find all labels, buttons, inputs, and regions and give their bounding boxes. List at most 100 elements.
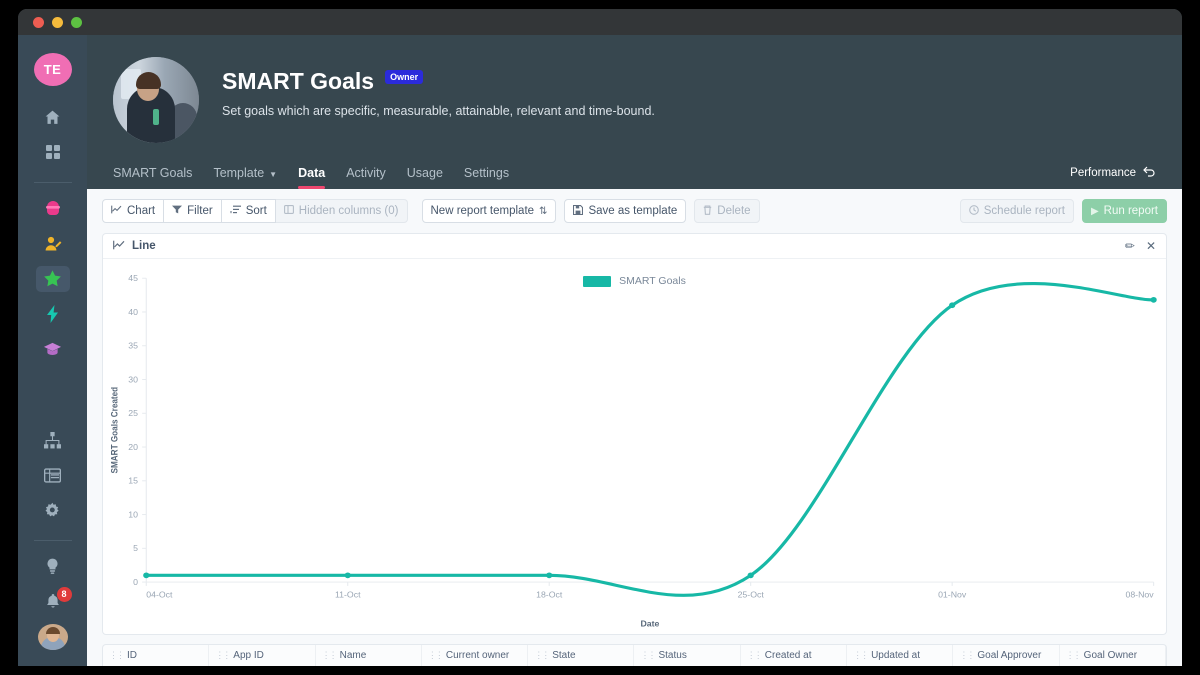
- line-chart-icon: [113, 240, 125, 253]
- table-column-label: ID: [127, 650, 137, 661]
- chart-button[interactable]: Chart: [102, 199, 165, 223]
- report-toolbar: Chart Filter Sort Hidden columns (0) New…: [102, 199, 1167, 223]
- edit-chart-icon[interactable]: ✏: [1125, 239, 1135, 253]
- column-grip-icon: ⋮⋮: [109, 650, 125, 660]
- workspace-avatar[interactable]: TE: [33, 53, 72, 87]
- tab-activity[interactable]: Activity: [346, 166, 386, 189]
- y-tick-label: 0: [133, 577, 138, 587]
- data-point[interactable]: [747, 572, 754, 579]
- table-column-header[interactable]: ⋮⋮ Current owner: [422, 645, 529, 666]
- tab-bar: SMART Goals Template ▼ Data Activity Usag…: [113, 166, 1156, 189]
- x-tick-label: 08-Nov: [1125, 590, 1154, 600]
- table-column-header[interactable]: ⋮⋮ Created at: [741, 645, 848, 666]
- app-lightning-icon[interactable]: [36, 301, 70, 327]
- table-column-label: Current owner: [445, 650, 510, 661]
- table-column-header[interactable]: ⋮⋮ Goal Owner: [1060, 645, 1166, 666]
- y-tick-label: 40: [128, 307, 138, 317]
- table-column-header[interactable]: ⋮⋮ Status: [634, 645, 741, 666]
- report-template-select[interactable]: New report template ⇅: [421, 199, 557, 223]
- table-column-header[interactable]: ⋮⋮ State: [528, 645, 635, 666]
- table-column-header[interactable]: ⋮⋮ Name: [316, 645, 422, 666]
- legend-swatch: [583, 275, 612, 287]
- hidden-columns-button[interactable]: Hidden columns (0): [275, 199, 408, 223]
- x-tick-label: 25-Oct: [738, 590, 765, 600]
- data-point[interactable]: [344, 572, 351, 579]
- y-tick-label: 30: [128, 375, 138, 385]
- table-column-header[interactable]: ⋮⋮ Goal Approver: [953, 645, 1060, 666]
- column-grip-icon: ⋮⋮: [427, 650, 444, 660]
- y-tick-label: 20: [128, 442, 138, 452]
- delete-label: Delete: [717, 205, 751, 217]
- column-grip-icon: ⋮⋮: [853, 650, 869, 660]
- column-grip-icon: ⋮⋮: [640, 650, 656, 660]
- sidebar-divider-bottom: [33, 539, 72, 541]
- app-user-edit-icon[interactable]: [36, 231, 70, 257]
- chart-card: Line ✏ ✕ SMART Goals 0 5 10 15 20 25 30 …: [102, 233, 1167, 635]
- settings-gear-icon[interactable]: [36, 497, 70, 523]
- app-ninja-icon[interactable]: [36, 195, 70, 221]
- table-icon[interactable]: [36, 462, 70, 488]
- tab-settings[interactable]: Settings: [464, 166, 509, 189]
- table-column-header[interactable]: ⋮⋮ App ID: [209, 645, 316, 666]
- minimize-window-button[interactable]: [52, 16, 63, 28]
- close-window-button[interactable]: [33, 16, 44, 28]
- chart-card-header: Line ✏ ✕: [103, 234, 1166, 259]
- data-point[interactable]: [1150, 296, 1157, 303]
- tab-template[interactable]: Template ▼: [213, 166, 277, 189]
- clock-icon: [968, 204, 979, 218]
- tab-label: Data: [298, 166, 326, 180]
- home-icon[interactable]: [36, 104, 70, 130]
- data-point[interactable]: [546, 572, 553, 579]
- table-column-header[interactable]: ⋮⋮ ID: [103, 645, 210, 666]
- notification-badge: 8: [56, 586, 72, 602]
- user-avatar[interactable]: [37, 623, 68, 650]
- data-point[interactable]: [143, 572, 150, 579]
- y-tick-label: 35: [128, 341, 138, 351]
- page-header: SMART Goals Owner Set goals which are sp…: [87, 35, 1182, 189]
- tab-smart-goals[interactable]: SMART Goals: [113, 166, 192, 189]
- close-chart-icon[interactable]: ✕: [1146, 239, 1156, 253]
- app-graduation-icon[interactable]: [36, 336, 70, 362]
- run-report-button[interactable]: ▶ Run report: [1081, 199, 1167, 223]
- table-column-label: Created at: [764, 650, 812, 661]
- schedule-report-button[interactable]: Schedule report: [959, 199, 1074, 223]
- apps-grid-icon[interactable]: [36, 139, 70, 165]
- table-column-label: State: [552, 650, 576, 661]
- column-grip-icon: ⋮⋮: [321, 650, 338, 660]
- left-sidebar: TE 8: [18, 35, 87, 666]
- toolbar-button-group: Chart Filter Sort Hidden columns (0): [102, 199, 408, 223]
- lightbulb-icon[interactable]: [36, 553, 70, 579]
- results-table-header: ⋮⋮ ID ⋮⋮ App ID ⋮⋮ Name ⋮⋮ Current owner ⋮⋮ State…: [102, 644, 1167, 666]
- filter-button[interactable]: Filter: [164, 199, 222, 223]
- chevron-down-icon: ▼: [269, 169, 278, 179]
- table-column-label: Status: [658, 650, 687, 661]
- save-disk-icon: [573, 204, 584, 218]
- table-column-label: Name: [339, 650, 367, 661]
- tab-usage[interactable]: Usage: [407, 166, 443, 189]
- table-column-label: Goal Approver: [977, 650, 1042, 661]
- updown-chevron-icon: ⇅: [539, 205, 548, 217]
- page-subtitle: Set goals which are specific, measurable…: [222, 104, 655, 118]
- chart-type-label: Line: [132, 240, 156, 252]
- maximize-window-button[interactable]: [71, 16, 82, 28]
- table-column-label: Goal Owner: [1083, 650, 1138, 661]
- notifications-bell-icon[interactable]: 8: [36, 586, 72, 615]
- hierarchy-icon[interactable]: [36, 427, 70, 453]
- app-star-icon[interactable]: [35, 265, 70, 292]
- sort-button-label: Sort: [245, 205, 267, 217]
- content-area: Chart Filter Sort Hidden columns (0) New…: [87, 189, 1182, 666]
- sort-button[interactable]: Sort: [221, 199, 276, 223]
- tab-label: Settings: [463, 166, 510, 180]
- play-icon: ▶: [1090, 205, 1099, 217]
- table-column-header[interactable]: ⋮⋮ Updated at: [847, 645, 954, 666]
- save-as-template-button[interactable]: Save as template: [564, 199, 687, 223]
- column-grip-icon: ⋮⋮: [215, 650, 231, 660]
- chart-plot-area: SMART Goals 0 5 10 15 20 25 30 35 40 45 04-Oct 11-…: [103, 259, 1166, 634]
- data-point[interactable]: [949, 302, 956, 309]
- tab-label: Usage: [406, 166, 443, 180]
- delete-button[interactable]: Delete: [694, 199, 760, 223]
- y-tick-label: 15: [128, 476, 138, 486]
- tab-data[interactable]: Data: [298, 166, 326, 189]
- y-tick-label: 10: [128, 510, 138, 520]
- performance-link[interactable]: Performance: [1070, 166, 1156, 180]
